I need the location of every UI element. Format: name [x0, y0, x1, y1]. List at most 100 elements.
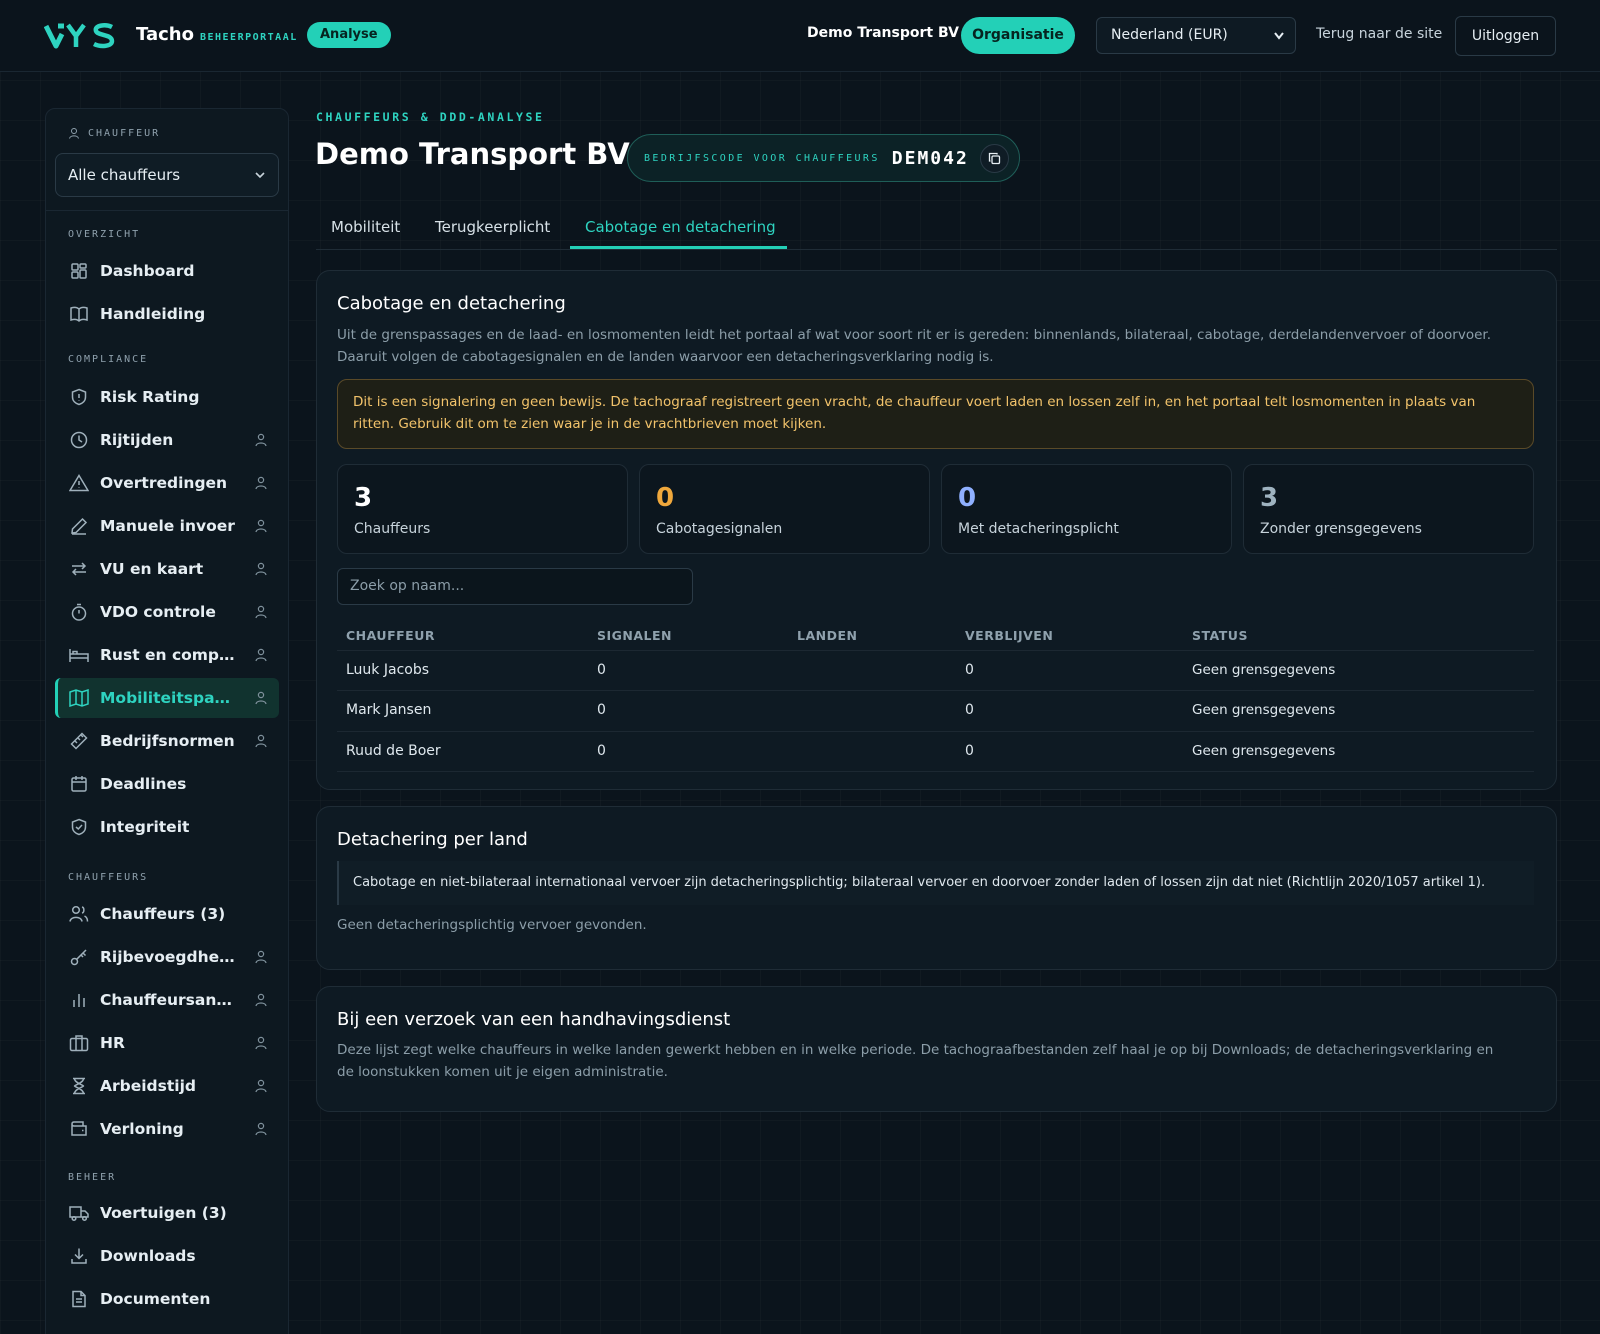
detachering-empty-message: Geen detacheringsplichtig vervoer gevond…	[337, 917, 647, 933]
sidebar-item-label: HR	[100, 1034, 125, 1052]
cell-verblijven: 0	[965, 702, 974, 718]
driver-filter-label-text: CHAUFFEUR	[88, 127, 161, 139]
sidebar-item-deadlines[interactable]: Deadlines	[55, 764, 279, 804]
sidebar-item-manuele-invoer[interactable]: Manuele invoer	[55, 506, 279, 546]
sidebar-item-hr[interactable]: HR	[55, 1023, 279, 1063]
sidebar-item-label: Downloads	[100, 1247, 196, 1265]
sidebar-item-rust-en-compensatie[interactable]: Rust en compen...	[55, 635, 279, 675]
sidebar-item-overtredingen[interactable]: Overtredingen	[55, 463, 279, 503]
stat-caption: Zonder grensgegevens	[1260, 521, 1422, 537]
sidebar-item-label: Rijbevoegdheid	[100, 948, 235, 966]
cell-chauffeur: Mark Jansen	[346, 702, 432, 718]
person-icon	[255, 562, 267, 580]
sidebar-item-dashboard[interactable]: Dashboard	[55, 251, 279, 291]
back-to-site-link[interactable]: Terug naar de site	[1316, 26, 1442, 42]
sidebar-item-chauffeursanalyse[interactable]: Chauffeursanaly...	[55, 980, 279, 1020]
table-divider	[337, 690, 1534, 691]
breadcrumb: CHAUFFEURS & DDD-ANALYSE	[316, 110, 545, 124]
sidebar-item-chauffeurs[interactable]: Chauffeurs (3)	[55, 894, 279, 934]
sidebar-item-label: Chauffeursanaly...	[100, 991, 235, 1009]
cell-verblijven: 0	[965, 743, 974, 759]
driver-select-value: Alle chauffeurs	[68, 166, 181, 184]
tab-terugkeerplicht[interactable]: Terugkeerplicht	[435, 218, 550, 236]
search-input[interactable]: Zoek op naam...	[337, 568, 693, 605]
tab-mobiliteit[interactable]: Mobiliteit	[331, 218, 400, 236]
column-header-signalen[interactable]: SIGNALEN	[597, 628, 672, 643]
stat-card-zonder-grensgegevens: 3 Zonder grensgegevens	[1243, 464, 1534, 554]
column-header-landen[interactable]: LANDEN	[797, 628, 857, 643]
stat-value: 0	[656, 483, 675, 513]
tab-cabotage-en-detachering[interactable]: Cabotage en detachering	[585, 218, 776, 236]
column-header-verblijven[interactable]: VERBLIJVEN	[965, 628, 1053, 643]
sidebar-item-label: Risk Rating	[100, 388, 200, 406]
search-placeholder: Zoek op naam...	[350, 578, 465, 594]
person-icon	[255, 1079, 267, 1097]
active-tab-indicator	[570, 246, 787, 249]
brand: Tacho BEHEERPORTAAL	[136, 24, 298, 45]
cell-chauffeur: Luuk Jacobs	[346, 662, 430, 678]
top-bar: Tacho BEHEERPORTAAL Analyse Demo Transpo…	[0, 0, 1600, 72]
copy-icon[interactable]	[980, 144, 1009, 173]
stat-value: 0	[958, 483, 977, 513]
sidebar: CHAUFFEUR Alle chauffeurs OVERZICHT COMP…	[45, 108, 289, 1334]
stat-value: 3	[1260, 483, 1279, 513]
sidebar-item-verloning[interactable]: Verloning	[55, 1109, 279, 1149]
person-icon	[255, 950, 267, 968]
sidebar-item-documenten[interactable]: Documenten	[55, 1279, 279, 1319]
sidebar-item-downloads[interactable]: Downloads	[55, 1236, 279, 1276]
organisatie-button[interactable]: Organisatie	[961, 17, 1075, 54]
cabotage-card: Cabotage en detachering Uit de grenspass…	[316, 270, 1557, 790]
column-header-chauffeur[interactable]: CHAUFFEUR	[346, 628, 435, 643]
stat-card-chauffeurs: 3 Chauffeurs	[337, 464, 628, 554]
sidebar-item-handleiding[interactable]: Handleiding	[55, 294, 279, 334]
column-header-status[interactable]: STATUS	[1192, 628, 1248, 643]
stat-caption: Cabotagesignalen	[656, 521, 783, 537]
section-chauffeurs: CHAUFFEURS	[68, 872, 149, 883]
sidebar-item-label: VDO controle	[100, 603, 216, 621]
sidebar-item-label: Handleiding	[100, 305, 206, 323]
stat-caption: Met detacheringsplicht	[958, 521, 1119, 537]
cabotage-card-description: Uit de grenspassages en de laad- en losm…	[337, 327, 1492, 365]
sidebar-divider	[46, 210, 288, 211]
key-icon	[69, 947, 89, 967]
sidebar-item-rijtijden[interactable]: Rijtijden	[55, 420, 279, 460]
cell-signalen: 0	[597, 743, 606, 759]
detachering-card-title: Detachering per land	[337, 829, 528, 850]
map-icon	[69, 688, 89, 708]
cell-chauffeur: Ruud de Boer	[346, 743, 441, 759]
section-overzicht: OVERZICHT	[68, 229, 141, 240]
sidebar-item-rijbevoegdheid[interactable]: Rijbevoegdheid	[55, 937, 279, 977]
sidebar-item-risk-rating[interactable]: Risk Rating	[55, 377, 279, 417]
brand-name: Tacho	[136, 24, 194, 45]
sidebar-item-vu-en-kaart[interactable]: VU en kaart	[55, 549, 279, 589]
sidebar-item-arbeidstijd[interactable]: Arbeidstijd	[55, 1066, 279, 1106]
chevron-down-icon	[254, 154, 266, 212]
person-icon	[255, 1036, 267, 1054]
sidebar-item-label: Rijtijden	[100, 431, 174, 449]
shield-check-icon	[69, 817, 89, 837]
sidebar-item-voertuigen[interactable]: Voertuigen (3)	[55, 1193, 279, 1233]
stat-caption: Chauffeurs	[354, 521, 431, 537]
sidebar-item-mobiliteitspakket[interactable]: Mobiliteitspakket	[55, 678, 279, 718]
handhaving-card: Bij een verzoek van een handhavingsdiens…	[316, 986, 1557, 1112]
cell-status: Geen grensgegevens	[1192, 702, 1336, 718]
logo[interactable]	[44, 20, 126, 50]
driver-select[interactable]: Alle chauffeurs	[55, 153, 279, 197]
sidebar-item-label: Bedrijfsnormen	[100, 732, 235, 750]
logout-button[interactable]: Uitloggen	[1455, 16, 1556, 56]
cell-status: Geen grensgegevens	[1192, 662, 1336, 678]
users-icon	[69, 904, 89, 924]
chevron-down-icon	[1273, 18, 1285, 67]
sidebar-item-label: Overtredingen	[100, 474, 228, 492]
page-title: Demo Transport BV	[315, 137, 630, 171]
sidebar-item-integriteit[interactable]: Integriteit	[55, 807, 279, 847]
brand-subtitle: BEHEERPORTAAL	[199, 32, 298, 43]
sidebar-item-label: Dashboard	[100, 262, 195, 280]
download-icon	[69, 1246, 89, 1266]
sidebar-item-vdo-controle[interactable]: VDO controle	[55, 592, 279, 632]
section-compliance: COMPLIANCE	[68, 354, 149, 365]
hourglass-icon	[69, 1076, 89, 1096]
country-select[interactable]: Nederland (EUR)	[1096, 17, 1296, 54]
person-icon	[255, 648, 267, 666]
sidebar-item-bedrijfsnormen[interactable]: Bedrijfsnormen	[55, 721, 279, 761]
